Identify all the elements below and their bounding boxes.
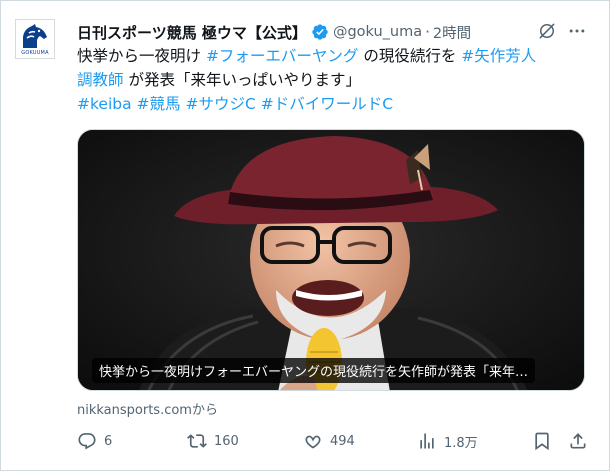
media-caption: 快挙から一夜明けフォーエバーヤングの現役続行を矢作師が発表「来年… — [92, 358, 536, 383]
action-bar: 6 160 494 1.8万 — [77, 429, 597, 453]
reply-icon — [78, 433, 96, 450]
hashtag-yahagi[interactable]: #矢作芳人 — [461, 47, 536, 65]
avatar[interactable]: GOKUUMA — [15, 19, 55, 59]
share-button[interactable] — [568, 429, 595, 453]
author-name[interactable]: 日刊スポーツ競馬 極ウマ【公式】 — [77, 22, 307, 43]
tweet-text-segment: の現役続行を — [358, 47, 462, 65]
like-count: 494 — [330, 433, 355, 449]
hashtag-yahagi-cont[interactable]: 調教師 — [77, 71, 124, 89]
tweet-text-segment: が発表「来年いっぱいやります」 — [123, 71, 361, 89]
tweet-text-segment: 快挙から一夜明け — [77, 47, 206, 65]
horse-logo-icon — [23, 24, 47, 48]
grok-icon[interactable] — [537, 21, 557, 45]
tweet-text-line-2: 調教師 が発表「来年いっぱいやります」 — [77, 68, 597, 92]
views-icon — [420, 433, 434, 449]
hashtag-keiba-jp[interactable]: #競馬 — [137, 95, 181, 113]
views-button[interactable]: 1.8万 — [417, 429, 478, 453]
author-handle[interactable]: @goku_uma — [333, 24, 422, 40]
tweet-header: 日刊スポーツ競馬 極ウマ【公式】 @goku_uma · 2時間 — [77, 20, 565, 44]
bookmark-icon — [535, 432, 549, 451]
tweet-card[interactable]: GOKUUMA 日刊スポーツ競馬 極ウマ【公式】 @goku_uma · 2時間… — [0, 0, 610, 471]
retweet-icon — [187, 434, 207, 448]
retweet-button[interactable]: 160 — [187, 429, 239, 453]
tweet-text: 快挙から一夜明け #フォーエバーヤング の現役続行を #矢作芳人 調教師 が発表… — [77, 44, 597, 116]
hashtag-dubai-world-cup[interactable]: #ドバイワールドC — [261, 95, 393, 113]
avatar-brand-text: GOKUUMA — [21, 50, 49, 56]
trainer-photo — [78, 130, 584, 390]
reply-button[interactable]: 6 — [77, 429, 112, 453]
media-card[interactable]: 快挙から一夜明けフォーエバーヤングの現役続行を矢作師が発表「来年… — [77, 129, 585, 391]
bookmark-button[interactable] — [532, 429, 559, 453]
separator-dot: · — [425, 23, 430, 41]
more-icon[interactable] — [567, 21, 587, 45]
timestamp[interactable]: 2時間 — [433, 22, 471, 43]
share-icon — [570, 433, 586, 449]
hashtag-saudi-cup[interactable]: #サウジC — [185, 95, 255, 113]
like-icon — [305, 435, 321, 449]
like-button[interactable]: 494 — [303, 429, 355, 453]
reply-count: 6 — [104, 433, 113, 449]
source-link[interactable]: nikkansports.comから — [77, 399, 218, 418]
hashtag-forever-young[interactable]: #フォーエバーヤング — [206, 47, 359, 65]
tweet-text-line-1: 快挙から一夜明け #フォーエバーヤング の現役続行を #矢作芳人 — [77, 44, 597, 68]
hashtag-keiba[interactable]: #keiba — [77, 95, 132, 113]
retweet-count: 160 — [214, 433, 239, 449]
views-count: 1.8万 — [444, 435, 478, 451]
tweet-hashtags: #keiba #競馬 #サウジC #ドバイワールドC — [77, 92, 597, 116]
verified-badge-icon[interactable] — [311, 23, 329, 41]
